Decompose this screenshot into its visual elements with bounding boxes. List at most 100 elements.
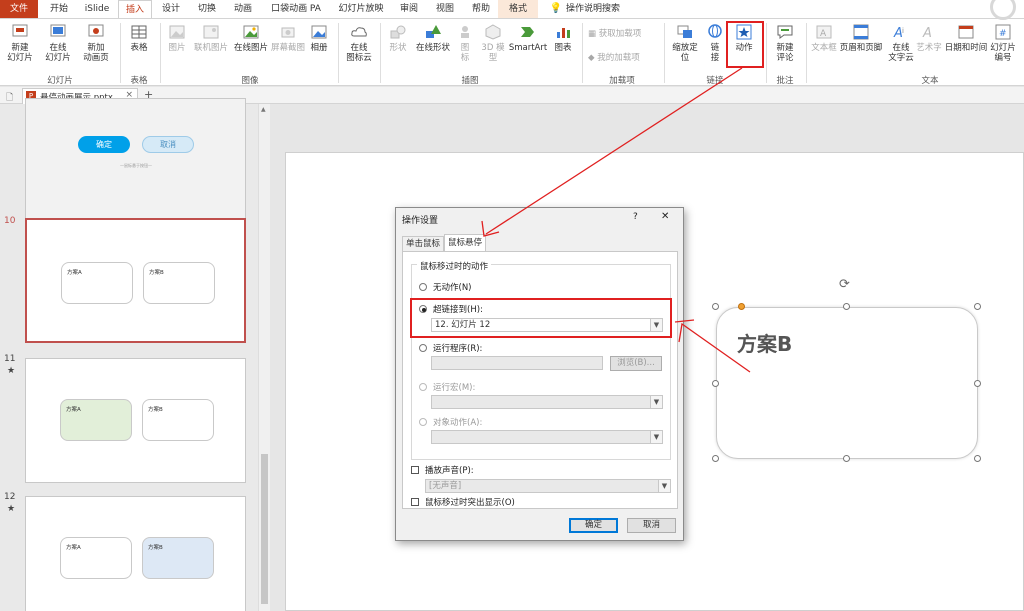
close-icon[interactable]: ✕ [661,211,669,222]
new-slide-button[interactable]: 新建 幻灯片 [4,23,36,63]
thumb-box-a: 方案A [60,537,132,579]
resize-handle[interactable] [974,303,981,310]
date-time-button[interactable]: 日期和时间 [944,23,988,53]
chevron-down-icon[interactable]: ▼ [650,431,662,443]
slide-thumbnail-10[interactable]: 方案A 方案B [25,218,246,343]
album-button[interactable]: 相册 [306,23,332,53]
smartart-button[interactable]: SmartArt [508,23,548,53]
screenshot-button[interactable]: 屏幕截图 [270,23,306,53]
zoom-label: 缩放定 位 [672,43,698,63]
tab-mouse-over[interactable]: 鼠标悬停 [444,234,486,251]
picture-label: 图片 [168,43,186,53]
tab-home[interactable]: 开始 [44,0,74,18]
my-addins-button[interactable]: ◆ 我的加载项 [588,53,658,63]
resize-handle[interactable] [974,380,981,387]
chevron-down-icon[interactable]: ▼ [658,480,670,492]
chevron-down-icon[interactable]: ▼ [650,319,662,331]
tab-mouse-click-label: 单击鼠标 [405,239,440,249]
group-separator [766,23,767,83]
slide-number-button[interactable]: # 幻灯片 编号 [988,23,1018,63]
chart-button[interactable]: 图表 [550,23,576,53]
resize-handle[interactable] [712,380,719,387]
selected-shape-box[interactable]: 方案B [716,307,978,459]
sound-select[interactable]: [无声音] ▼ [425,479,671,493]
chart-icon [557,28,570,38]
radio-run-macro[interactable] [419,383,427,391]
run-macro-select[interactable]: ▼ [431,395,663,409]
scroll-up-arrow[interactable]: ▲ [261,106,266,113]
resize-handle[interactable] [712,455,719,462]
cancel-button[interactable]: 取消 [627,518,676,533]
ok-button[interactable]: 确定 [569,518,618,533]
no-action-label: 无动作(N) [433,283,472,293]
chevron-down-icon[interactable]: ▼ [650,396,662,408]
slide-thumbnail-12[interactable]: 方案A 方案B [25,496,246,611]
new-animation-page-button[interactable]: 新加 动画页 [80,23,112,63]
corner-adjust-handle[interactable] [738,303,745,310]
group-separator [806,23,807,83]
online-image-label: 在线图片 [233,43,268,53]
tab-review[interactable]: 审阅 [394,0,424,18]
shapes-button[interactable]: 形状 [384,23,412,53]
tab-format[interactable]: 格式 [498,0,538,18]
online-slide-button[interactable]: 在线 幻灯片 [42,23,74,63]
tab-mouse-click[interactable]: 单击鼠标 [402,236,444,251]
slide-thumbnail-pane: 确定 取消 —鼠标悬于按钮— 10 方案A 方案B 11 ★ 方案A 方案B 1… [0,98,270,611]
wordart-button[interactable]: A 艺术字 [916,23,942,53]
chart-label: 图表 [554,43,572,53]
radio-object-action[interactable] [419,418,427,426]
slide-number-label: 幻灯片 编号 [990,43,1016,63]
resize-handle[interactable] [974,455,981,462]
slide-thumbnail-9[interactable]: 确定 取消 —鼠标悬于按钮— [25,98,246,223]
radio-run-program[interactable] [419,344,427,352]
tell-me-search[interactable]: 操作说明搜索 [566,0,626,18]
radio-hyperlink[interactable] [419,305,427,313]
hyperlink-select[interactable]: 12. 幻灯片 12 ▼ [431,318,663,332]
action-button[interactable]: 动作 [730,23,758,53]
online-shapes-button[interactable]: 在线形状 [414,23,452,53]
resize-handle[interactable] [712,303,719,310]
shape-text[interactable]: 方案B [737,328,792,357]
get-addins-button[interactable]: ▦ 获取加载项 [588,29,658,39]
comment-icon [777,25,793,39]
online-image-button[interactable]: 在线图片 [232,23,270,53]
resize-handle[interactable] [843,303,850,310]
rotate-handle-icon[interactable]: ⟳ [839,277,850,292]
new-comment-button[interactable]: 新建 评论 [770,23,800,63]
tab-transitions[interactable]: 切换 [192,0,222,18]
tab-animations[interactable]: 动画 [228,0,258,18]
table-button[interactable]: 表格 [124,23,154,53]
tab-insert[interactable]: 插入 [118,0,152,18]
tab-slideshow[interactable]: 幻灯片放映 [334,0,388,18]
browse-button[interactable]: 浏览(B)... [610,356,662,371]
radio-no-action[interactable] [419,283,427,291]
tab-pocket-animation[interactable]: 口袋动画 PA [266,0,326,18]
help-icon[interactable]: ? [633,212,638,222]
tab-file[interactable]: 文件 [0,0,38,18]
slide-thumbnail-11[interactable]: 方案A 方案B [25,358,246,483]
action-label: 动作 [735,43,753,53]
scroll-thumb[interactable] [261,454,268,604]
link-button[interactable]: 链 接 [704,23,726,63]
screenshot-icon [281,27,295,38]
3d-models-button[interactable]: 3D 模 型 [478,23,508,63]
group-label-tables: 表格 [130,76,148,86]
header-footer-button[interactable]: 页眉和页脚 [838,23,884,53]
textbox-button[interactable]: A 文本框 [810,23,838,53]
highlight-checkbox[interactable] [411,498,419,506]
play-sound-checkbox[interactable] [411,466,419,474]
thumbnail-scrollbar[interactable]: ▲ [258,104,270,611]
tab-view[interactable]: 视图 [430,0,460,18]
online-wordcloud-button[interactable]: Ai 在线 文字云 [886,23,916,63]
picture-button[interactable]: 图片 [164,23,190,53]
tab-design[interactable]: 设计 [156,0,186,18]
object-action-select[interactable]: ▼ [431,430,663,444]
tab-islide[interactable]: iSlide [80,0,114,18]
online-pictures-button[interactable]: 联机图片 [192,23,230,53]
icons-button[interactable]: 图 标 [454,23,476,63]
zoom-button[interactable]: 缩放定 位 [668,23,702,63]
tab-help[interactable]: 帮助 [466,0,496,18]
resize-handle[interactable] [843,455,850,462]
run-program-input[interactable] [431,356,603,370]
online-icons-button[interactable]: 在线 图标云 [342,23,376,63]
